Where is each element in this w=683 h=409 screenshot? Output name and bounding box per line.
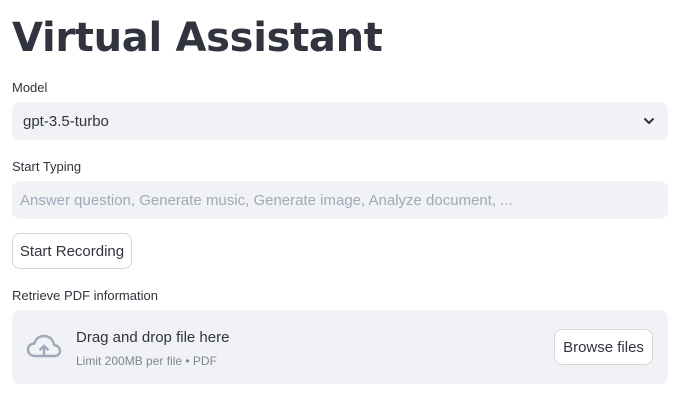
cloud-upload-icon: [26, 333, 62, 361]
browse-files-button[interactable]: Browse files: [554, 329, 653, 365]
model-select[interactable]: gpt-3.5-turbo: [12, 102, 668, 140]
chevron-down-icon: [642, 114, 656, 128]
prompt-input[interactable]: [12, 181, 668, 219]
prompt-label: Start Typing: [12, 159, 82, 174]
pdf-upload-label: Retrieve PDF information: [12, 288, 158, 303]
app-page: Virtual Assistant Model gpt-3.5-turbo St…: [0, 0, 683, 409]
pdf-dropzone[interactable]: Drag and drop file here Limit 200MB per …: [12, 310, 668, 384]
model-label: Model: [12, 80, 48, 95]
page-title: Virtual Assistant: [12, 15, 383, 61]
dropzone-limit: Limit 200MB per file • PDF: [76, 354, 217, 368]
model-select-value: gpt-3.5-turbo: [23, 112, 109, 130]
start-recording-button[interactable]: Start Recording: [12, 233, 132, 269]
dropzone-instruction: Drag and drop file here: [76, 329, 230, 346]
